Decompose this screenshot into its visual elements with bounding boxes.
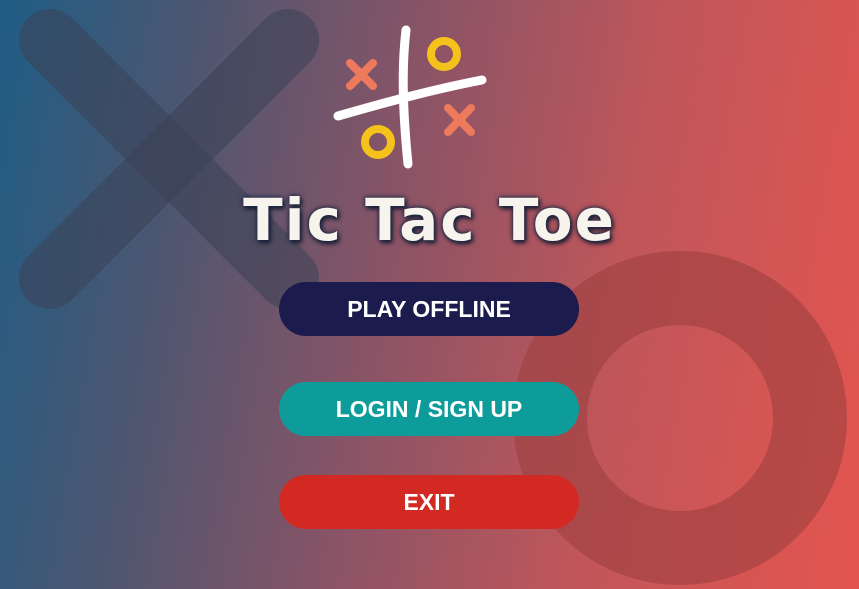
exit-button[interactable]: EXIT — [279, 475, 579, 529]
tic-tac-toe-logo-icon — [333, 25, 487, 169]
main-menu-screen: Tic Tac Toe PLAY OFFLINE LOGIN / SIGN UP… — [0, 0, 859, 589]
game-title: Tic Tac Toe — [243, 186, 616, 254]
play-offline-button[interactable]: PLAY OFFLINE — [279, 282, 579, 336]
login-signup-button[interactable]: LOGIN / SIGN UP — [279, 382, 579, 436]
